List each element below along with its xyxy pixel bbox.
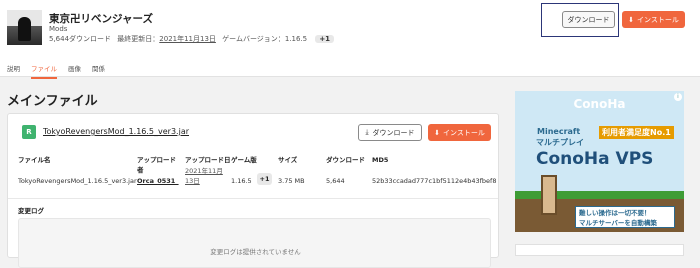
project-avatar [7, 10, 42, 45]
ad-line1: Minecraft [537, 127, 581, 136]
ad-logo: ConoHa [573, 97, 626, 111]
tab-description[interactable]: 説明 [7, 63, 20, 79]
row-downloads: 5,644 [326, 177, 345, 185]
row-md5: 52b33ccadad777c1bf5112e4b43fbef8 [372, 177, 497, 185]
project-title: 東京卍リベンジャーズ [49, 13, 153, 25]
section-title: メインファイル [7, 94, 98, 109]
row-more-versions-badge[interactable]: +1 [257, 173, 272, 185]
col-upload-date: アップロード日 [185, 156, 231, 164]
project-meta: 5,644ダウンロード 最終更新日：2021年11月13日 ゲームバージョン：1… [49, 34, 335, 44]
col-filename: ファイル名 [18, 156, 51, 164]
game-version: 1.16.5 [284, 35, 308, 43]
col-size: サイズ [278, 156, 298, 164]
project-header: 東京卍リベンジャーズ Mods 5,644ダウンロード 最終更新日：2021年1… [0, 0, 700, 79]
header-install-button[interactable]: ⬇ インストール [622, 11, 685, 28]
main-file-card: R TokyoRevengersMod_1.16.5_ver3.jar ⤓ ダウ… [7, 113, 499, 268]
ad-caption: 難しい操作は一切不要！ マルチサーバーを自動構築 [575, 206, 675, 228]
project-tabs: 説明 ファイル 画像 関係 [7, 63, 116, 79]
tab-images[interactable]: 画像 [68, 63, 81, 79]
row-upload-date-line1: 2021年11月 [185, 167, 223, 175]
changelog-empty-text: 変更ログは提供されていません [210, 248, 301, 256]
release-badge: R [22, 125, 36, 139]
row-filename: TokyoRevengersMod_1.16.5_ver3.jar [18, 177, 137, 185]
sidebar-card [515, 244, 684, 256]
col-downloads: ダウンロード [326, 156, 365, 164]
more-versions-badge[interactable]: +1 [315, 35, 335, 43]
file-install-button[interactable]: ⬇ インストール [428, 124, 491, 141]
changelog-box: 変更ログは提供されていません [18, 218, 491, 268]
download-icon: ⤓ [365, 128, 369, 136]
project-category[interactable]: Mods [49, 25, 67, 33]
file-download-button[interactable]: ⤓ ダウンロード [358, 124, 422, 141]
ad-badge: 利用者満足度No.1 [599, 126, 674, 139]
file-name-link[interactable]: TokyoRevengersMod_1.16.5_ver3.jar [43, 127, 189, 136]
ad-character [541, 175, 557, 215]
row-uploader[interactable]: Orca_0531_ [137, 176, 179, 186]
ad-line2: マルチプレイ [536, 138, 584, 147]
card-divider [8, 198, 498, 199]
ad-brand: ConoHa VPS [536, 149, 654, 169]
col-uploader: アップロード者 [137, 156, 176, 174]
install-icon: ⬇ [628, 15, 634, 24]
row-upload-date-line2: 13日 [185, 177, 200, 185]
install-icon: ⬇ [434, 128, 440, 137]
col-game-version: ゲーム版 [231, 156, 257, 164]
ad-banner[interactable]: i ConoHa Minecraft マルチプレイ 利用者満足度No.1 Con… [515, 91, 684, 232]
header-download-button[interactable]: ダウンロード [562, 11, 615, 28]
download-count: 5,644ダウンロード [49, 35, 112, 43]
tab-relations[interactable]: 関係 [92, 63, 105, 79]
row-game-version: 1.16.5 [231, 177, 252, 185]
row-size: 3.75 MB [278, 177, 305, 185]
updated-date: 2021年11月13日 [159, 35, 216, 43]
tab-files[interactable]: ファイル [31, 63, 57, 79]
changelog-title: 変更ログ [18, 207, 44, 215]
col-md5: MD5 [372, 156, 389, 164]
